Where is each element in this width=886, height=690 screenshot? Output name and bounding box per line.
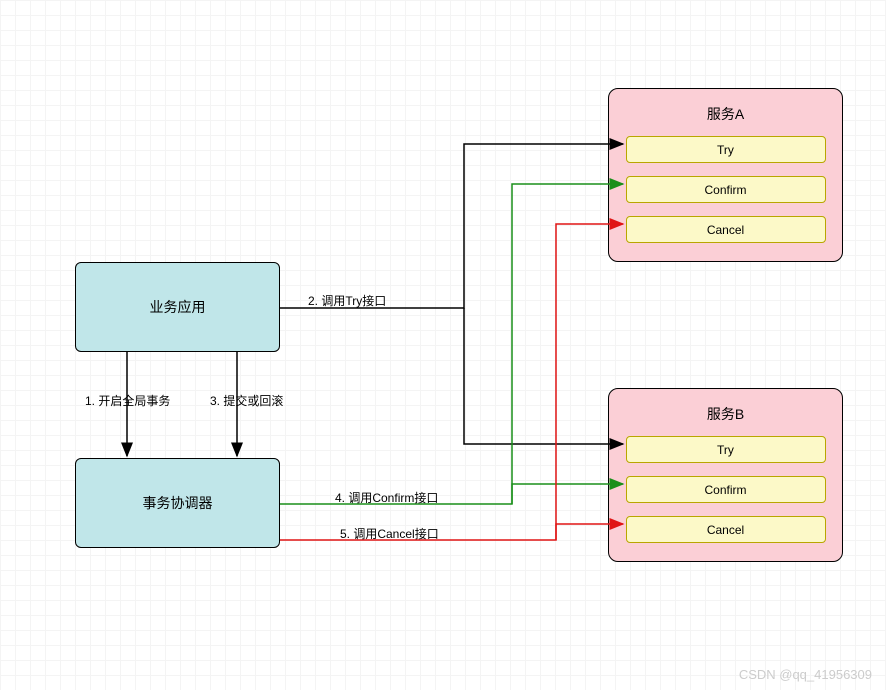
service-b-confirm: Confirm	[626, 476, 826, 503]
service-b-confirm-label: Confirm	[704, 483, 746, 497]
service-a-confirm: Confirm	[626, 176, 826, 203]
tx-coordinator-label: 事务协调器	[143, 493, 213, 513]
service-b-try: Try	[626, 436, 826, 463]
service-b-cancel: Cancel	[626, 516, 826, 543]
service-a-cancel-label: Cancel	[707, 223, 744, 237]
business-app-node: 业务应用	[75, 262, 280, 352]
business-app-label: 业务应用	[150, 297, 206, 317]
service-a-try: Try	[626, 136, 826, 163]
edge-label-3: 3. 提交或回滚	[210, 392, 283, 409]
edge-label-4: 4. 调用Confirm接口	[335, 489, 438, 506]
service-a-try-label: Try	[717, 143, 734, 157]
edge-label-5: 5. 调用Cancel接口	[340, 525, 439, 542]
service-b-cancel-label: Cancel	[707, 523, 744, 537]
service-b-title: 服务B	[707, 404, 744, 424]
service-a-cancel: Cancel	[626, 216, 826, 243]
service-a-title: 服务A	[707, 104, 744, 124]
edge-label-1: 1. 开启全局事务	[85, 392, 170, 409]
service-a-confirm-label: Confirm	[704, 183, 746, 197]
service-b-try-label: Try	[717, 443, 734, 457]
tx-coordinator-node: 事务协调器	[75, 458, 280, 548]
edge-label-2: 2. 调用Try接口	[308, 292, 386, 309]
service-b-node: 服务B Try Confirm Cancel	[608, 388, 843, 562]
service-a-node: 服务A Try Confirm Cancel	[608, 88, 843, 262]
watermark: CSDN @qq_41956309	[739, 667, 872, 682]
